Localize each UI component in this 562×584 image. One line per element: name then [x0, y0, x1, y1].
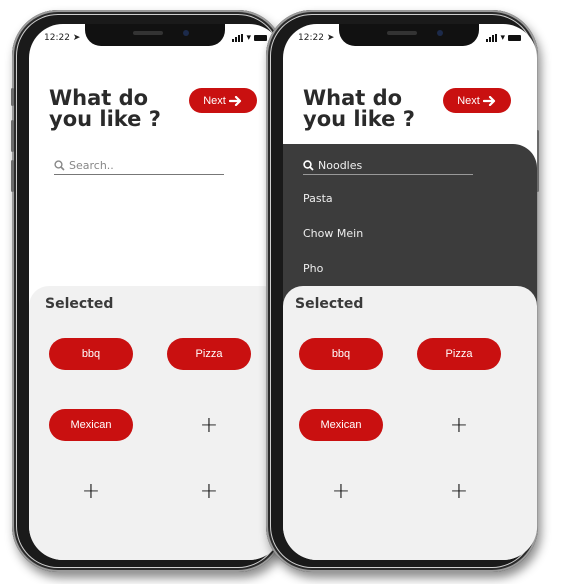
- screen: 12:22 ➤ ▾ What do you like ? Next Search…: [29, 24, 283, 560]
- add-item-button[interactable]: +: [417, 475, 501, 507]
- signal-icon: [232, 34, 244, 42]
- page-title: What do you like ?: [49, 88, 189, 130]
- title-line-2: you like ?: [49, 107, 161, 131]
- search-input[interactable]: Search..: [54, 156, 224, 175]
- search-input[interactable]: Noodles: [303, 156, 473, 175]
- add-item-button[interactable]: +: [49, 475, 133, 507]
- location-arrow-icon: ➤: [326, 33, 335, 43]
- wifi-icon: ▾: [246, 33, 251, 43]
- dropdown-item[interactable]: Pasta: [303, 192, 333, 205]
- status-icons: ▾: [486, 33, 521, 43]
- selected-panel: Selected bbq Pizza Mexican + + +: [283, 286, 537, 560]
- battery-icon: [254, 35, 267, 41]
- chip-bbq[interactable]: bbq: [49, 338, 133, 370]
- speaker: [133, 31, 163, 35]
- page-title: What do you like ?: [303, 88, 443, 130]
- search-value: Noodles: [318, 158, 363, 172]
- chip-pizza[interactable]: Pizza: [167, 338, 251, 370]
- add-item-button[interactable]: +: [167, 475, 251, 507]
- wifi-icon: ▾: [500, 33, 505, 43]
- title-line-1: What do: [49, 86, 149, 110]
- arrow-right-icon: [482, 95, 495, 106]
- notch: [339, 24, 479, 46]
- camera: [183, 30, 189, 36]
- phone-frame-2: 12:22 ➤ ▾ What do you like ? Next Noodle…: [266, 10, 539, 572]
- speaker: [387, 31, 417, 35]
- next-label: Next: [457, 94, 480, 107]
- location-arrow-icon: ➤: [72, 33, 81, 43]
- battery-icon: [508, 35, 521, 41]
- status-time: 12:22 ➤: [298, 33, 334, 43]
- chip-mexican[interactable]: Mexican: [49, 409, 133, 441]
- phone-frame-1: 12:22 ➤ ▾ What do you like ? Next Search…: [11, 10, 284, 572]
- title-line-2: you like ?: [303, 107, 415, 131]
- next-button[interactable]: Next: [443, 88, 511, 113]
- time-text: 12:22: [298, 33, 324, 43]
- next-button[interactable]: Next: [189, 88, 257, 113]
- volume-down-button: [11, 160, 14, 192]
- screen: 12:22 ➤ ▾ What do you like ? Next Noodle…: [283, 24, 537, 560]
- add-item-button[interactable]: +: [299, 475, 383, 507]
- dropdown-item[interactable]: Pho: [303, 262, 323, 275]
- search-placeholder: Search..: [69, 158, 114, 172]
- chip-mexican[interactable]: Mexican: [299, 409, 383, 441]
- search-icon: [54, 159, 65, 171]
- add-item-button[interactable]: +: [167, 409, 251, 441]
- status-time: 12:22 ➤: [44, 33, 80, 43]
- title-line-1: What do: [303, 86, 403, 110]
- chip-bbq[interactable]: bbq: [299, 338, 383, 370]
- dropdown-item[interactable]: Chow Mein: [303, 227, 363, 240]
- arrow-right-icon: [228, 95, 241, 106]
- selected-title: Selected: [295, 296, 364, 312]
- time-text: 12:22: [44, 33, 70, 43]
- volume-up-button: [11, 120, 14, 152]
- add-item-button[interactable]: +: [417, 409, 501, 441]
- mute-switch: [11, 88, 14, 106]
- selected-panel: Selected bbq Pizza Mexican + + +: [29, 286, 283, 560]
- next-label: Next: [203, 94, 226, 107]
- search-icon: [303, 159, 314, 171]
- selected-title: Selected: [45, 296, 114, 312]
- notch: [85, 24, 225, 46]
- camera: [437, 30, 443, 36]
- status-icons: ▾: [232, 33, 267, 43]
- chip-pizza[interactable]: Pizza: [417, 338, 501, 370]
- signal-icon: [486, 34, 498, 42]
